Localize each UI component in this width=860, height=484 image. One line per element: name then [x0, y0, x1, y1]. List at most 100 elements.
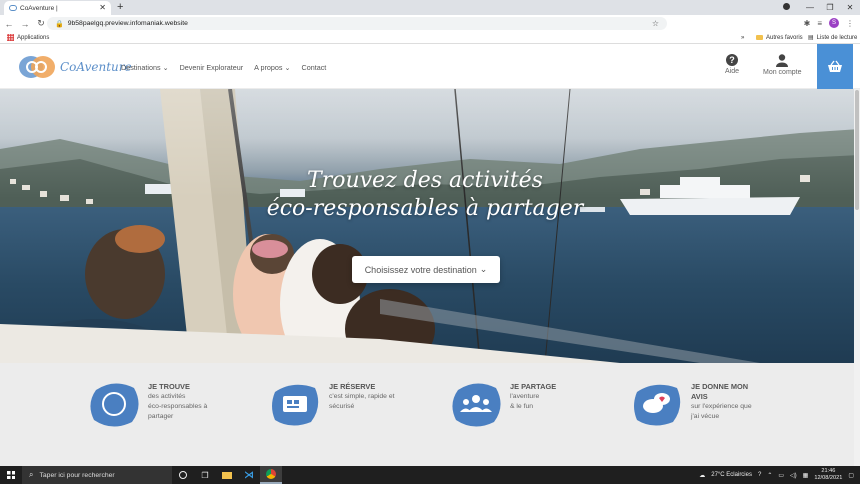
notifications-icon[interactable]: ▢	[848, 472, 854, 479]
forward-icon[interactable]: →	[18, 19, 32, 29]
nav-contact[interactable]: Contact	[302, 63, 327, 72]
user-icon	[776, 54, 789, 67]
profile-avatar[interactable]: S	[829, 18, 839, 28]
nav-destinations[interactable]: Destinations ⌄	[121, 63, 169, 72]
nav-a-propos[interactable]: A propos ⌄	[254, 63, 290, 72]
hero-title-line1: Trouvez des activités	[307, 168, 543, 193]
scrollbar-thumb[interactable]	[855, 90, 859, 210]
account-label: Mon compte	[763, 69, 802, 76]
reading-list-icon: ▤	[808, 35, 814, 41]
chevron-down-icon: ⌄	[284, 63, 291, 72]
nav-contact-label: Contact	[301, 63, 327, 72]
screen: CoAventure | ✕ + — ❐ ✕ ← → ↻ 🔒 9b58paelg…	[0, 0, 860, 484]
bookmark-other[interactable]: Autres favoris	[756, 35, 803, 41]
extensions-icon[interactable]: ✱	[804, 19, 811, 28]
chrome-icon[interactable]	[260, 466, 282, 484]
network-icon[interactable]: ▭	[778, 472, 784, 479]
feature-find-line: des activités	[148, 393, 186, 400]
chevron-up-icon[interactable]: ⌃	[767, 472, 772, 479]
choose-destination-button[interactable]: Choisissez votre destination ⌄	[352, 256, 500, 283]
feature-review-line: j'ai vécue	[691, 413, 720, 420]
restore-icon[interactable]: ❐	[820, 3, 840, 12]
weather-icon[interactable]: ☁	[699, 472, 705, 479]
feature-find-line: éco-responsables à	[148, 403, 208, 410]
basket-icon	[828, 60, 842, 72]
feature-review-title: JE DONNE MON	[691, 382, 749, 391]
address-bar-row: ← → ↻ 🔒 9b58paelgq.preview.infomaniak.we…	[0, 15, 860, 32]
window-controls: — ❐ ✕	[780, 0, 860, 15]
weather-text[interactable]: 27°C Eclaircies	[711, 472, 752, 478]
group-icon	[452, 383, 501, 427]
feature-share: JE PARTAGE l'aventure & le fun	[450, 380, 556, 428]
system-tray: ☁ 27°C Eclaircies ? ⌃ ▭ ◁) ▦ 21:46 12/08…	[699, 466, 860, 484]
heart-chat-icon	[634, 384, 681, 426]
vscode-icon[interactable]: ⋊	[238, 466, 260, 484]
clock-time: 21:46	[821, 468, 836, 474]
hero-banner: Trouvez des activités éco-responsables à…	[0, 89, 860, 363]
question-icon: ?	[726, 54, 738, 66]
help-link[interactable]: ? Aide	[725, 54, 739, 75]
bookmark-apps[interactable]: Applications	[7, 34, 49, 41]
feature-find-line: partager	[148, 413, 174, 420]
volume-icon[interactable]: ◁)	[790, 472, 797, 479]
url-text: 9b58paelgq.preview.infomaniak.website	[67, 20, 188, 27]
close-window-icon[interactable]: ✕	[840, 3, 860, 12]
chevron-down-icon: ⌄	[162, 63, 169, 72]
lock-icon[interactable]: 🔒	[55, 20, 64, 28]
reload-icon[interactable]: ↻	[34, 18, 48, 29]
back-icon[interactable]: ←	[2, 19, 16, 29]
windows-taskbar: ⌕ Taper ici pour rechercher ❐ ⋊ ☁ 27°C E…	[0, 466, 860, 484]
bookmark-reading-list[interactable]: ▤ Liste de lecture	[808, 34, 858, 42]
bookmark-star-icon[interactable]: ☆	[652, 19, 659, 28]
close-tab-icon[interactable]: ✕	[99, 4, 106, 12]
feature-book-line: sécurisé	[329, 403, 355, 410]
cortana-icon[interactable]	[172, 466, 194, 484]
features-section: JE TROUVE des activités éco-responsables…	[0, 363, 854, 466]
site-favicon-icon	[9, 5, 17, 11]
nav-devenir-explorateur[interactable]: Devenir Explorateur	[180, 63, 244, 72]
minimize-icon[interactable]: —	[800, 3, 820, 12]
language-icon[interactable]: ▦	[803, 472, 809, 479]
sky-haze	[0, 89, 860, 363]
feature-share-title: JE PARTAGE	[510, 382, 557, 391]
site-logo[interactable]: CoAventure	[18, 54, 132, 80]
cart-icon	[272, 384, 319, 426]
bookmark-reading-label: Liste de lecture	[816, 34, 858, 41]
record-icon[interactable]	[780, 3, 800, 12]
taskbar-search[interactable]: ⌕ Taper ici pour rechercher	[22, 466, 172, 484]
main-nav: Destinations ⌄ Devenir Explorateur A pro…	[121, 63, 326, 72]
file-explorer-icon[interactable]	[216, 466, 238, 484]
help-tray-icon[interactable]: ?	[758, 472, 761, 478]
hero-title: Trouvez des activités éco-responsables à…	[260, 167, 590, 223]
clock-date: 12/08/2021	[814, 475, 843, 481]
feature-book: JE RÉSERVE c'est simple, rapide et sécur…	[269, 380, 395, 428]
feature-find: JE TROUVE des activités éco-responsables…	[88, 380, 207, 428]
feature-review: JE DONNE MON AVIS sur l'expérience que j…	[631, 380, 752, 428]
feature-share-line: l'aventure	[510, 393, 540, 400]
svg-text:?: ?	[729, 55, 735, 65]
reading-mode-icon[interactable]: ≡	[817, 19, 822, 28]
cart-button[interactable]	[817, 44, 853, 89]
browser-tab[interactable]: CoAventure | ✕	[4, 1, 111, 15]
logo-mark-icon	[19, 56, 55, 78]
browser-tab-bar: CoAventure | ✕ + — ❐ ✕	[0, 0, 860, 15]
bookmark-apps-label: Applications	[17, 34, 50, 41]
clock[interactable]: 21:46 12/08/2021	[814, 468, 842, 482]
windows-logo-icon	[7, 471, 15, 479]
nav-destinations-label: Destinations	[121, 63, 161, 72]
new-tab-button[interactable]: +	[117, 1, 123, 14]
menu-icon[interactable]: ⋮	[846, 19, 854, 28]
account-link[interactable]: Mon compte	[763, 54, 802, 76]
start-button[interactable]	[0, 466, 22, 484]
compass-icon	[90, 383, 139, 427]
feature-book-line: c'est simple, rapide et	[329, 393, 395, 400]
url-field[interactable]: 🔒 9b58paelgq.preview.infomaniak.website …	[47, 17, 667, 30]
taskbar-search-placeholder: Taper ici pour rechercher	[39, 471, 115, 479]
feature-review-title2: AVIS	[691, 392, 708, 401]
task-view-icon[interactable]: ❐	[194, 466, 216, 484]
help-label: Aide	[725, 68, 740, 75]
chevron-down-icon: ⌄	[479, 264, 488, 274]
nav-devenir-label: Devenir Explorateur	[179, 63, 244, 72]
site-header: CoAventure Destinations ⌄ Devenir Explor…	[0, 44, 860, 89]
bookmarks-overflow-icon[interactable]: »	[741, 35, 744, 41]
